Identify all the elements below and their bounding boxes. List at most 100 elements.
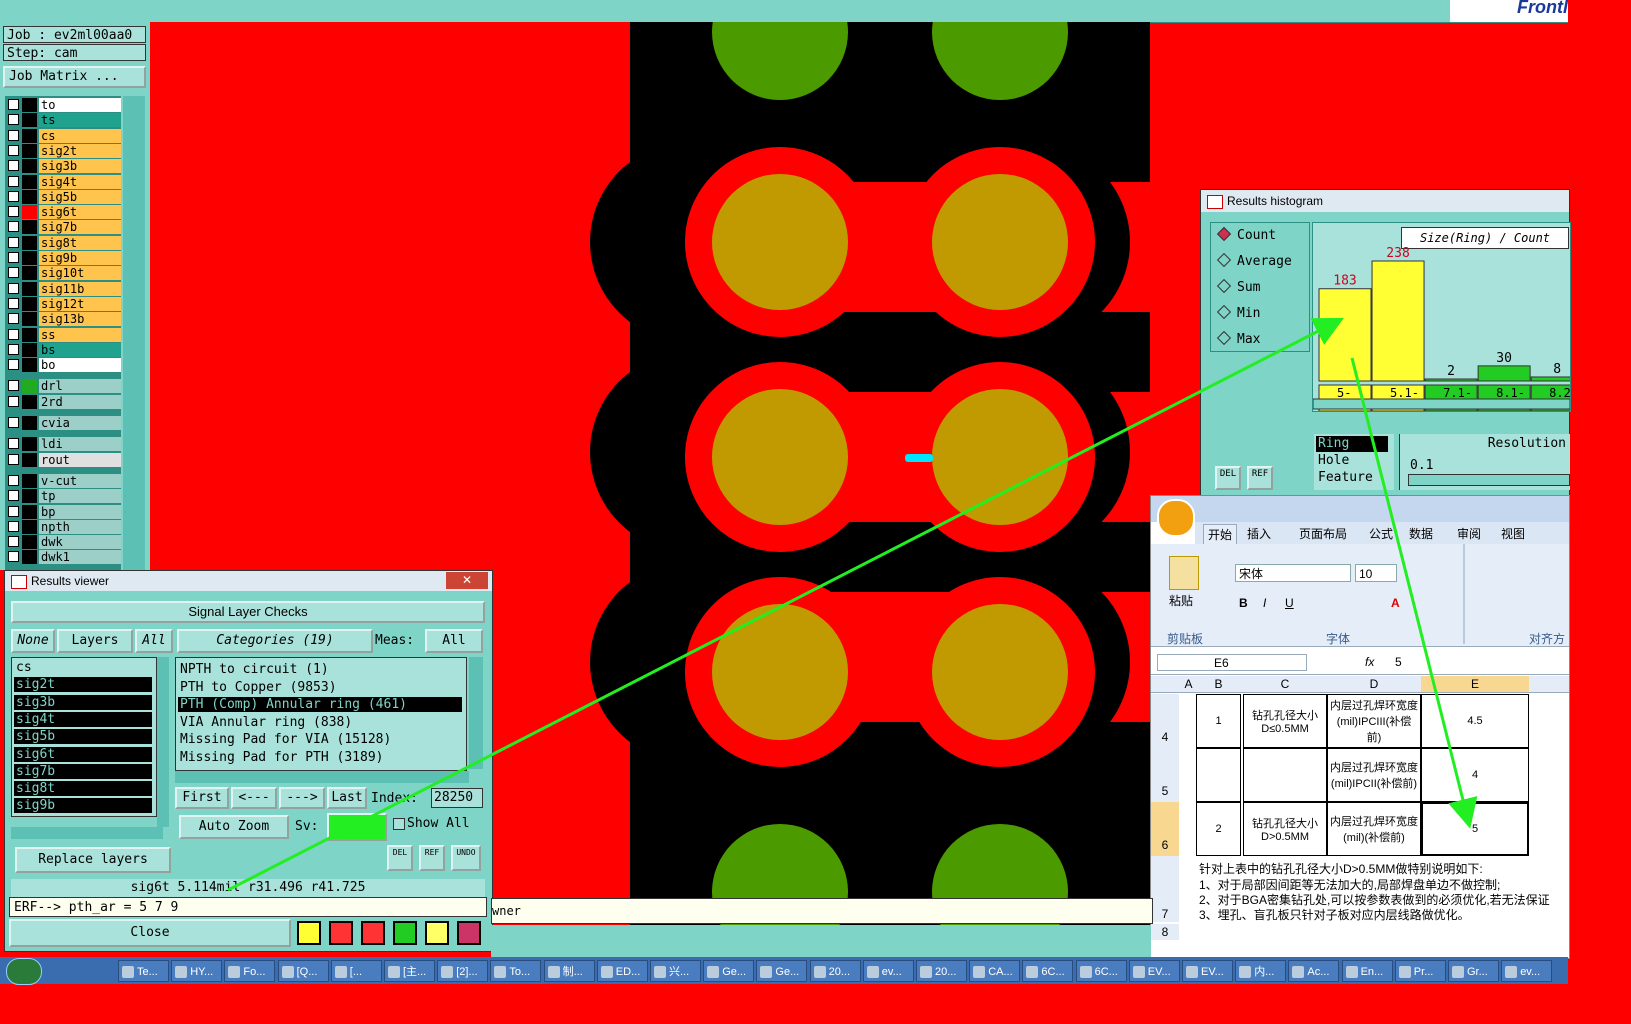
layer-checkbox[interactable] xyxy=(8,359,19,371)
cell-cond[interactable]: 钻孔孔径大小D≤0.5MM xyxy=(1243,694,1327,748)
office-button-icon[interactable] xyxy=(1157,499,1195,537)
column-header[interactable]: C xyxy=(1243,676,1327,692)
taskbar-item[interactable]: Ge... xyxy=(703,960,755,982)
cell-desc[interactable]: 内层过孔焊环宽度(mil)(补偿前) xyxy=(1327,802,1421,856)
layer-checkbox[interactable] xyxy=(8,282,19,294)
close-button[interactable]: Close xyxy=(9,919,291,947)
index-field[interactable]: 28250 xyxy=(431,788,483,808)
result-layer-item[interactable]: sig2t xyxy=(14,677,152,693)
chart-icon[interactable] xyxy=(457,921,481,945)
taskbar-item[interactable]: Ac... xyxy=(1288,960,1340,982)
layer-checkbox[interactable] xyxy=(8,114,19,126)
chart-scrollbar[interactable] xyxy=(1313,398,1570,410)
auto-zoom-dropdown[interactable]: Auto Zoom xyxy=(179,815,289,839)
drill-pad[interactable] xyxy=(932,604,1068,740)
result-layer-item[interactable]: sig8t xyxy=(14,781,152,797)
column-header[interactable]: A xyxy=(1181,676,1196,692)
category-item[interactable]: NPTH to circuit (1) xyxy=(178,662,462,677)
sv-color-dropdown[interactable] xyxy=(327,813,387,841)
job-matrix-button[interactable]: Job Matrix ... xyxy=(3,66,146,88)
categories-button[interactable]: Categories (19) xyxy=(177,629,373,653)
measure-item[interactable]: Feature xyxy=(1316,470,1388,486)
layer-row[interactable]: v-cut xyxy=(5,473,121,488)
layer-row[interactable]: sig5b xyxy=(5,189,121,204)
ref-button[interactable]: REF xyxy=(419,845,445,871)
result-layer-item[interactable]: sig6t xyxy=(14,746,152,762)
layer-checkbox[interactable] xyxy=(8,536,19,548)
hist-ref-button[interactable]: REF xyxy=(1247,466,1273,490)
name-box[interactable]: E6 xyxy=(1157,654,1307,671)
layer-checkbox[interactable] xyxy=(8,505,19,517)
radio-icon[interactable] xyxy=(1216,330,1232,346)
category-item[interactable]: VIA Annular ring (838) xyxy=(178,715,462,730)
column-header[interactable]: E xyxy=(1421,676,1529,692)
layer-checkbox[interactable] xyxy=(8,297,19,309)
result-layer-item[interactable]: sig7b xyxy=(14,763,152,779)
resolution-slider[interactable] xyxy=(1408,474,1570,486)
taskbar-item[interactable]: [Q... xyxy=(277,960,329,982)
del-button[interactable]: DEL xyxy=(387,845,413,871)
layer-row[interactable]: sig10t xyxy=(5,266,121,281)
layer-row[interactable]: ts xyxy=(5,113,121,128)
taskbar-item[interactable]: ev... xyxy=(1501,960,1553,982)
category-scrollbar[interactable] xyxy=(469,657,483,769)
measure-item[interactable]: Ring xyxy=(1316,436,1388,452)
layer-checkbox[interactable] xyxy=(8,395,19,407)
histogram-bar[interactable] xyxy=(1318,288,1372,382)
taskbar-item[interactable]: [... xyxy=(330,960,382,982)
layer-row[interactable]: dwk xyxy=(5,535,121,550)
result-layer-item[interactable]: sig4t xyxy=(14,711,152,727)
taskbar-item[interactable]: Te... xyxy=(118,960,169,982)
all-layers-button[interactable]: All xyxy=(135,629,173,653)
radio-icon[interactable] xyxy=(1216,226,1232,242)
cell-value[interactable]: 4 xyxy=(1421,748,1529,802)
taskbar-item[interactable]: ev... xyxy=(862,960,914,982)
layer-checkbox[interactable] xyxy=(8,417,19,428)
layers-icon[interactable] xyxy=(393,921,417,945)
layer-row[interactable]: ldi xyxy=(5,437,121,452)
layer-checkbox[interactable] xyxy=(8,267,19,279)
layer-row[interactable]: bo xyxy=(5,358,121,373)
histogram-titlebar[interactable]: Results histogram xyxy=(1201,190,1569,212)
layer-checkbox[interactable] xyxy=(8,175,19,187)
taskbar-item[interactable]: HY... xyxy=(171,960,223,982)
cross-icon[interactable] xyxy=(361,921,385,945)
layer-checkbox[interactable] xyxy=(8,129,19,141)
font-color-button[interactable]: A xyxy=(1391,596,1400,610)
hist-del-button[interactable]: DEL xyxy=(1215,466,1241,490)
ribbon-tab[interactable]: 插入 xyxy=(1243,524,1275,544)
row-number[interactable]: 5 xyxy=(1151,748,1179,803)
meas-dropdown[interactable]: All xyxy=(425,629,483,653)
paste-icon[interactable] xyxy=(1169,556,1199,590)
taskbar-item[interactable]: 制... xyxy=(543,960,595,982)
radio-icon[interactable] xyxy=(1216,278,1232,294)
layer-row[interactable]: sig12t xyxy=(5,296,121,311)
layer-checkbox[interactable] xyxy=(8,438,19,450)
cell-desc[interactable]: 内层过孔焊环宽度(mil)IPCII(补偿前) xyxy=(1327,748,1421,802)
layer-row[interactable]: cvia xyxy=(5,416,121,430)
layer-row[interactable]: cs xyxy=(5,128,121,143)
layer-row[interactable]: sig7b xyxy=(5,220,121,235)
taskbar-item[interactable]: 6C... xyxy=(1022,960,1074,982)
column-header[interactable]: D xyxy=(1327,676,1421,692)
result-layer-item[interactable]: sig5b xyxy=(14,729,152,745)
layer-checkbox[interactable] xyxy=(8,551,19,563)
taskbar-item[interactable]: [2]... xyxy=(437,960,489,982)
drill-pad[interactable] xyxy=(932,174,1068,310)
notes-icon[interactable] xyxy=(425,921,449,945)
layer-row[interactable]: sig2t xyxy=(5,143,121,158)
layer-row[interactable]: bp xyxy=(5,504,121,519)
histogram-option[interactable]: Average xyxy=(1215,252,1305,271)
paste-label[interactable]: 粘贴 xyxy=(1169,592,1193,609)
signal-layer-checks-header[interactable]: Signal Layer Checks xyxy=(11,601,485,623)
ribbon-tab[interactable]: 数据 xyxy=(1405,524,1437,544)
layer-row[interactable]: to xyxy=(5,98,121,112)
layer-checkbox[interactable] xyxy=(8,380,19,392)
layer-row[interactable]: bs xyxy=(5,342,121,357)
category-item[interactable]: Missing Pad for VIA (15128) xyxy=(178,732,462,747)
fx-icon[interactable]: fx xyxy=(1365,655,1374,669)
layer-row[interactable]: sig13b xyxy=(5,312,121,327)
taskbar-item[interactable]: Gr... xyxy=(1448,960,1499,982)
layer-row[interactable]: ss xyxy=(5,327,121,342)
excel-titlebar[interactable] xyxy=(1151,496,1569,537)
